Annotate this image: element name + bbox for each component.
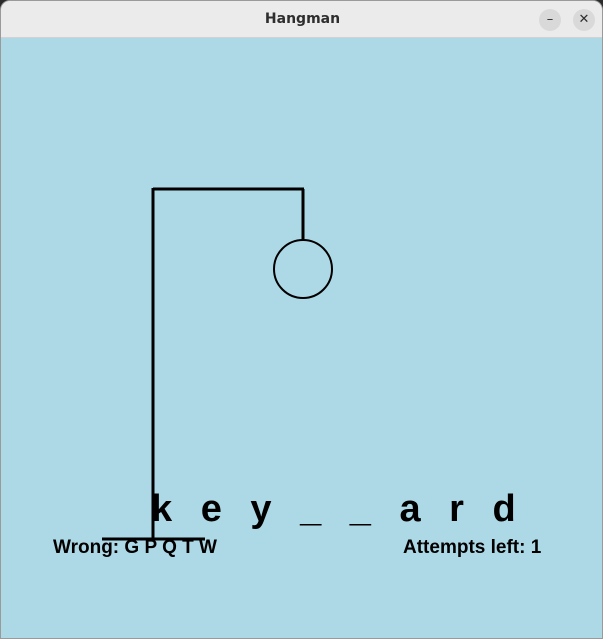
attempts-label: Attempts left:: [403, 537, 526, 558]
hangman-window: Hangman – ✕ k e y _ _ a r d Wrong: G P Q…: [0, 0, 603, 639]
title-bar[interactable]: Hangman – ✕: [1, 1, 602, 38]
wrong-letters: G P Q T W: [124, 537, 217, 558]
close-button[interactable]: ✕: [573, 9, 595, 31]
game-canvas: k e y _ _ a r d Wrong: G P Q T W Attempt…: [1, 38, 602, 638]
window-title: Hangman: [264, 11, 341, 27]
minimize-button[interactable]: –: [539, 9, 561, 31]
wrong-label: Wrong:: [53, 537, 120, 558]
attempts-count: 1: [530, 537, 542, 558]
head: [273, 239, 333, 299]
word-display: k e y _ _ a r d: [151, 488, 525, 530]
attempts-left: Attempts left: 1: [403, 537, 541, 559]
wrong-guesses: Wrong: G P Q T W: [53, 537, 217, 559]
